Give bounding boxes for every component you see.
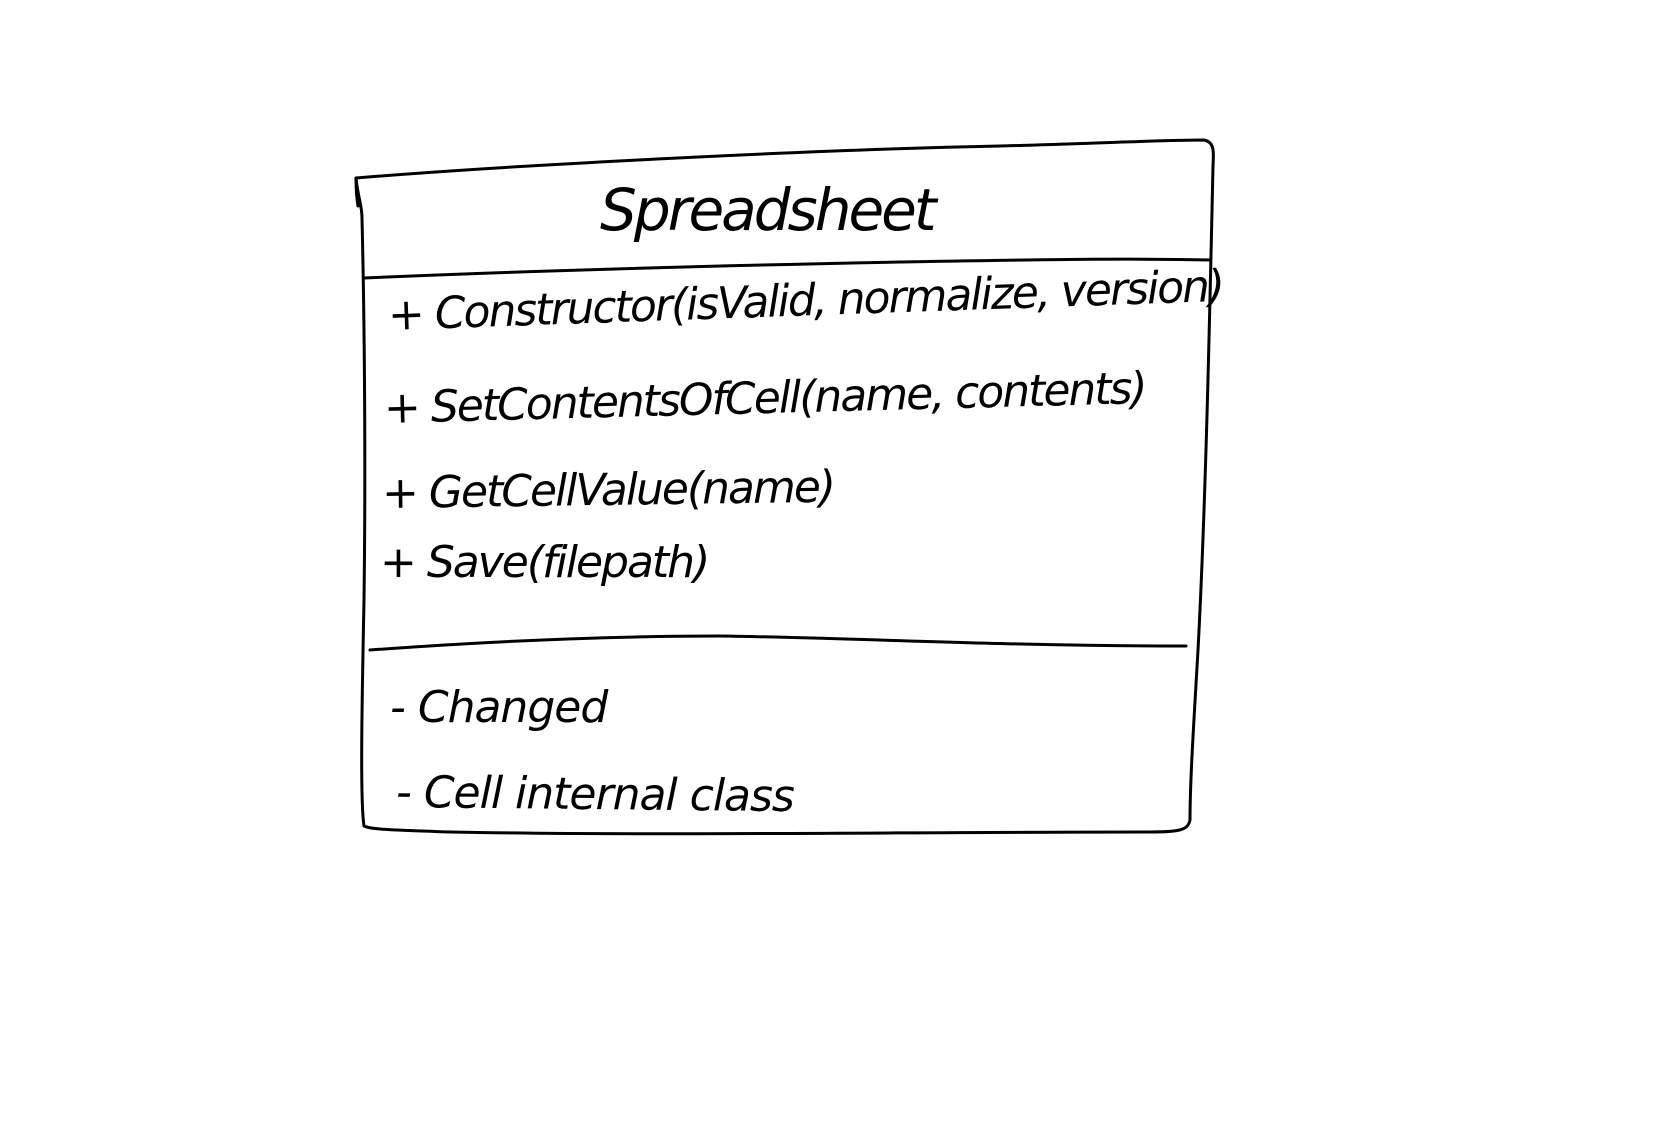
field-changed: - Changed [390, 682, 608, 733]
method-get-cell-value: + GetCellValue(name) [381, 461, 835, 519]
uml-class-diagram [354, 138, 1215, 836]
field-cell-internal-class: - Cell internal class [395, 767, 795, 823]
method-save: + Save(filepath) [380, 537, 710, 588]
section-divider [368, 634, 1188, 652]
class-name: Spreadsheet [600, 176, 937, 244]
